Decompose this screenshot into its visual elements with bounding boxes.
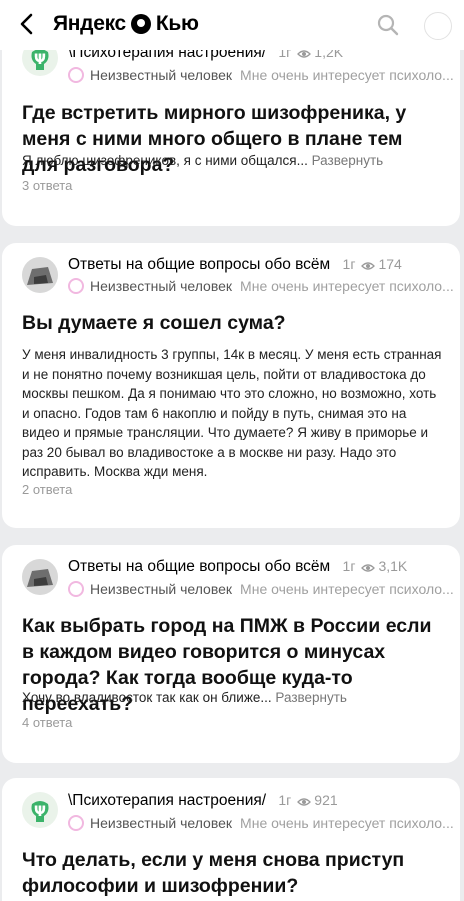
author-name: Неизвестный человек [90,815,233,831]
user-avatar[interactable] [424,12,452,40]
post-age: 1г [278,792,292,808]
view-count: 3,1K [378,558,408,574]
question-title[interactable]: Что делать, если у меня снова приступ фи… [22,847,440,899]
channel-title: \Психотерапия настроения/ [68,792,267,809]
author-avatar [68,815,84,831]
channel-photo-icon [22,257,58,293]
author-name: Неизвестный человек [90,278,233,294]
question-card[interactable]: Ψ \Психотерапия настроения/ 1г 921 Неизве… [2,778,460,901]
author-avatar [68,581,84,597]
eye-icon [361,564,376,572]
channel-name[interactable]: \Психотерапия настроения/ 1г 921 [68,792,338,810]
author-avatar [68,278,84,294]
channel-avatar[interactable] [22,559,58,595]
eye-icon [361,262,376,270]
channel-title: Ответы на общие вопросы обо всём [68,256,331,273]
author-tagline: Мне очень интересует психоло... [240,815,454,831]
search-icon [377,14,399,36]
logo-right-text: Кью [155,12,199,35]
question-card[interactable]: Ψ \Психотерапия настроения/ 1г 1,2K Неизв… [2,30,460,226]
post-meta: 1г 921 [278,792,337,808]
answers-count[interactable]: 3 ответа [22,178,72,193]
question-title[interactable]: Вы думаете я сошел сума? [22,310,440,336]
psychology-logo-icon: Ψ [22,792,58,828]
back-button[interactable] [14,11,38,37]
question-text[interactable]: У меня инвалидность 3 группы, 14к в меся… [22,345,446,482]
question-text[interactable]: Хочу во владивосток так как он ближе... … [22,688,446,708]
post-meta: 1г 174 [343,256,402,272]
app-logo[interactable]: Яндекс Кью [53,12,199,36]
chevron-left-icon [20,13,33,35]
logo-mark-icon [130,14,151,34]
author-avatar [68,67,84,83]
author-row[interactable]: Неизвестный человек Мне очень интересует … [68,815,458,831]
app-header: Яндекс Кью [0,0,464,50]
question-card[interactable]: Ответы на общие вопросы обо всём 1г 3,1K … [2,545,460,763]
question-text-body: Я люблю шизофреников, я с ними общался..… [22,153,308,168]
svg-text:Ψ: Ψ [34,804,46,820]
channel-avatar[interactable]: Ψ [22,792,58,828]
question-text[interactable]: Я люблю шизофреников, я с ними общался..… [22,151,446,171]
eye-icon [297,798,312,806]
author-tagline: Мне очень интересует психоло... [240,581,454,597]
author-tagline: Мне очень интересует психоло... [240,278,454,294]
channel-name[interactable]: Ответы на общие вопросы обо всём 1г 174 [68,256,402,274]
eye-icon [297,50,312,58]
answers-count[interactable]: 4 ответа [22,715,72,730]
channel-title: Ответы на общие вопросы обо всём [68,558,331,575]
author-name: Неизвестный человек [90,581,233,597]
post-age: 1г [342,256,356,272]
author-row[interactable]: Неизвестный человек Мне очень интересует … [68,278,458,294]
post-meta: 1г 3,1K [343,558,408,574]
author-tagline: Мне очень интересует психоло... [240,67,454,83]
answers-count[interactable]: 2 ответа [22,482,72,497]
expand-link[interactable]: Развернуть [275,690,347,705]
question-text-body: Хочу во владивосток так как он ближе... [22,690,272,705]
post-age: 1г [342,558,356,574]
question-card[interactable]: Ответы на общие вопросы обо всём 1г 174 Н… [2,243,460,528]
author-row[interactable]: Неизвестный человек Мне очень интересует … [68,581,458,597]
channel-photo-icon [22,559,58,595]
view-count: 174 [378,256,402,272]
author-name: Неизвестный человек [90,67,233,83]
channel-name[interactable]: Ответы на общие вопросы обо всём 1г 3,1K [68,558,407,576]
author-row[interactable]: Неизвестный человек Мне очень интересует … [68,67,458,83]
expand-link[interactable]: Развернуть [312,153,384,168]
search-button[interactable] [376,13,400,37]
view-count: 921 [314,792,338,808]
channel-avatar[interactable] [22,257,58,293]
svg-text:Ψ: Ψ [34,52,46,68]
logo-left-text: Яндекс [53,12,126,35]
